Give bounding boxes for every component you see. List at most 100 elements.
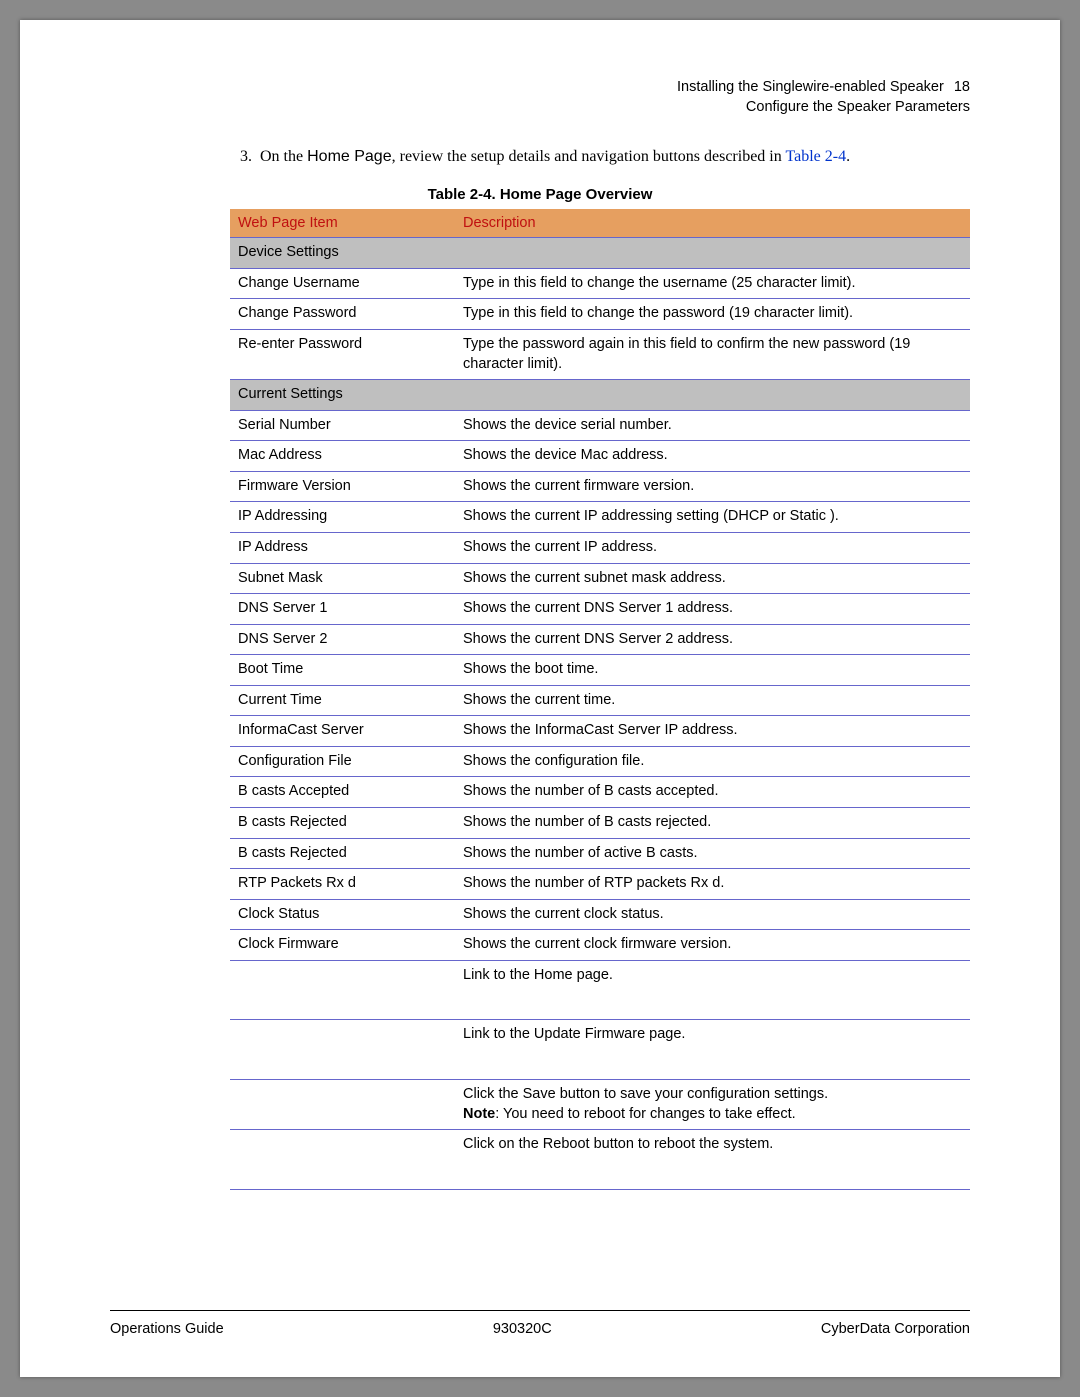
table-row: RTP Packets Rx dShows the number of RTP … — [230, 869, 970, 900]
intro-text-2: , review the setup details and navigatio… — [392, 148, 786, 165]
description-cell: Shows the current clock firmware version… — [455, 930, 970, 961]
item-cell: B casts Rejected — [230, 838, 455, 869]
item-cell: IP Address — [230, 532, 455, 563]
table-row: Click on the Reboot button to reboot the… — [230, 1130, 970, 1190]
table-row: InformaCast ServerShows the InformaCast … — [230, 716, 970, 747]
table-row: Subnet MaskShows the current subnet mask… — [230, 563, 970, 594]
description-cell: Click on the Reboot button to reboot the… — [455, 1130, 970, 1190]
description-cell: Shows the device Mac address. — [455, 441, 970, 472]
section-title: Device Settings — [230, 238, 970, 269]
note-label: Note — [463, 1106, 495, 1122]
item-cell — [230, 1079, 455, 1129]
description-cell: Shows the number of active B casts. — [455, 838, 970, 869]
header-line1: Installing the Singlewire-enabled Speake… — [677, 79, 944, 95]
table-caption: Table 2-4. Home Page Overview — [110, 186, 970, 203]
description-cell: Shows the boot time. — [455, 655, 970, 686]
description-cell: Shows the current clock status. — [455, 899, 970, 930]
table-row: Boot TimeShows the boot time. — [230, 655, 970, 686]
description-cell: Shows the device serial number. — [455, 410, 970, 441]
description-cell: Shows the number of B casts accepted. — [455, 777, 970, 808]
description-cell: Shows the number of B casts rejected. — [455, 808, 970, 839]
item-cell — [230, 1020, 455, 1080]
table-row: Link to the Home page. — [230, 960, 970, 1020]
item-cell: Boot Time — [230, 655, 455, 686]
item-cell: DNS Server 1 — [230, 594, 455, 625]
item-cell: Configuration File — [230, 746, 455, 777]
footer-left: Operations Guide — [110, 1321, 224, 1337]
note-line: Note: You need to reboot for changes to … — [463, 1105, 962, 1125]
description-cell: Shows the current IP addressing setting … — [455, 502, 970, 533]
item-cell: InformaCast Server — [230, 716, 455, 747]
table-row: IP AddressingShows the current IP addres… — [230, 502, 970, 533]
table-row: Clock FirmwareShows the current clock fi… — [230, 930, 970, 961]
section-row: Current Settings — [230, 380, 970, 411]
item-cell: Subnet Mask — [230, 563, 455, 594]
description-cell: Shows the current DNS Server 1 address. — [455, 594, 970, 625]
step-number: 3. — [240, 148, 252, 165]
page: Installing the Singlewire-enabled Speake… — [20, 20, 1060, 1377]
description-cell: Type in this field to change the usernam… — [455, 268, 970, 299]
item-cell: Clock Status — [230, 899, 455, 930]
table-row: Serial NumberShows the device serial num… — [230, 410, 970, 441]
table-row: Link to the Update Firmware page. — [230, 1020, 970, 1080]
intro-period: . — [846, 148, 850, 165]
table-row: Change UsernameType in this field to cha… — [230, 268, 970, 299]
table-row: Click the Save button to save your confi… — [230, 1079, 970, 1129]
table-row: Current TimeShows the current time. — [230, 685, 970, 716]
table-row: Firmware VersionShows the current firmwa… — [230, 471, 970, 502]
item-cell: Current Time — [230, 685, 455, 716]
section-row: Device Settings — [230, 238, 970, 269]
item-cell: DNS Server 2 — [230, 624, 455, 655]
page-number: 18 — [954, 79, 970, 95]
overview-table: Web Page Item Description Device Setting… — [230, 209, 970, 1189]
description-line: Click the Save button to save your confi… — [463, 1085, 962, 1105]
section-title: Current Settings — [230, 380, 970, 411]
intro-bold: Home Page — [307, 148, 392, 165]
table-row: Clock StatusShows the current clock stat… — [230, 899, 970, 930]
description-cell: Shows the current firmware version. — [455, 471, 970, 502]
item-cell: B casts Rejected — [230, 808, 455, 839]
item-cell: Mac Address — [230, 441, 455, 472]
table-row: IP AddressShows the current IP address. — [230, 532, 970, 563]
item-cell: B casts Accepted — [230, 777, 455, 808]
item-cell: IP Addressing — [230, 502, 455, 533]
footer-right: CyberData Corporation — [821, 1321, 970, 1337]
item-cell: RTP Packets Rx d — [230, 869, 455, 900]
table-row: DNS Server 2Shows the current DNS Server… — [230, 624, 970, 655]
table-reference-link[interactable]: Table 2-4 — [785, 148, 846, 165]
item-cell: Firmware Version — [230, 471, 455, 502]
item-cell — [230, 1130, 455, 1190]
description-cell: Click the Save button to save your confi… — [455, 1079, 970, 1129]
description-cell: Link to the Update Firmware page. — [455, 1020, 970, 1080]
table-row: Configuration FileShows the configuratio… — [230, 746, 970, 777]
item-cell: Change Username — [230, 268, 455, 299]
table-row: DNS Server 1Shows the current DNS Server… — [230, 594, 970, 625]
description-cell: Shows the current IP address. — [455, 532, 970, 563]
item-cell: Serial Number — [230, 410, 455, 441]
note-text: : You need to reboot for changes to take… — [495, 1106, 795, 1122]
description-cell: Type the password again in this field to… — [455, 330, 970, 380]
intro-text-1: On the — [260, 148, 307, 165]
page-footer: Operations Guide 930320C CyberData Corpo… — [110, 1310, 970, 1337]
table-row: B casts RejectedShows the number of acti… — [230, 838, 970, 869]
description-cell: Link to the Home page. — [455, 960, 970, 1020]
column-header-description: Description — [455, 209, 970, 238]
description-cell: Shows the current DNS Server 2 address. — [455, 624, 970, 655]
table-row: Re-enter PasswordType the password again… — [230, 330, 970, 380]
description-cell: Shows the current time. — [455, 685, 970, 716]
description-cell: Type in this field to change the passwor… — [455, 299, 970, 330]
table-row: B casts AcceptedShows the number of B ca… — [230, 777, 970, 808]
item-cell: Re-enter Password — [230, 330, 455, 380]
table-row: B casts RejectedShows the number of B ca… — [230, 808, 970, 839]
item-cell — [230, 960, 455, 1020]
header-line2: Configure the Speaker Parameters — [110, 98, 970, 118]
table-row: Mac AddressShows the device Mac address. — [230, 441, 970, 472]
description-cell: Shows the configuration file. — [455, 746, 970, 777]
item-cell: Clock Firmware — [230, 930, 455, 961]
item-cell: Change Password — [230, 299, 455, 330]
intro-paragraph: 3. On the Home Page, review the setup de… — [240, 145, 970, 168]
column-header-item: Web Page Item — [230, 209, 455, 238]
description-cell: Shows the number of RTP packets Rx d. — [455, 869, 970, 900]
description-cell: Shows the current subnet mask address. — [455, 563, 970, 594]
footer-center: 930320C — [493, 1321, 552, 1337]
